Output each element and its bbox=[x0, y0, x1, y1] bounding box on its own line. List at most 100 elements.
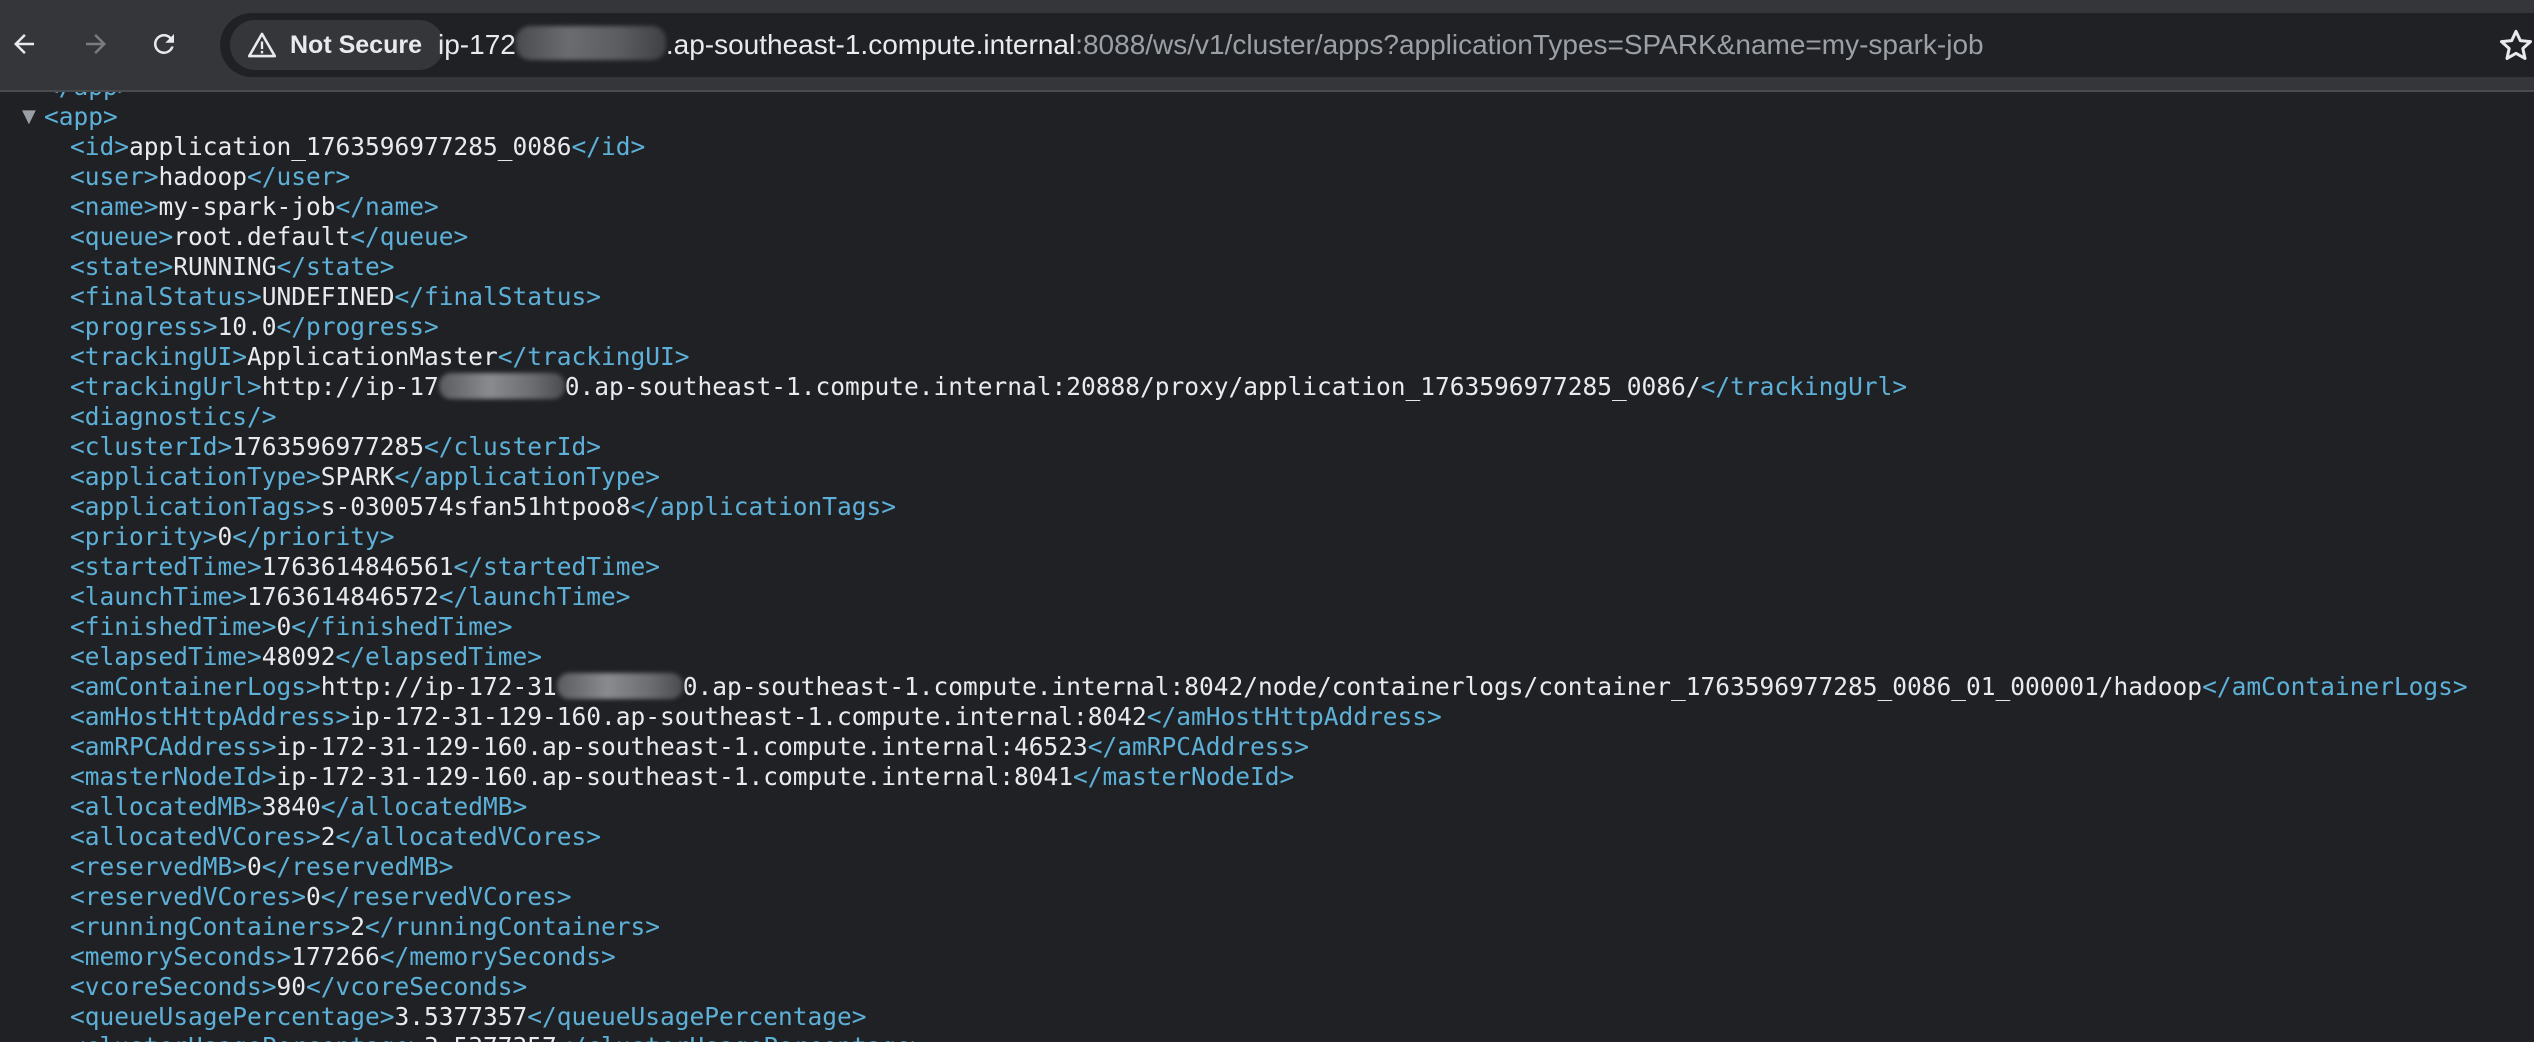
xml-element-startedTime: <startedTime>1763614846561</startedTime> bbox=[70, 552, 660, 582]
xml-open-tag: <name> bbox=[70, 192, 159, 221]
xml-value: http://ip-172-31 bbox=[320, 672, 557, 701]
xml-close-tag: </name> bbox=[335, 192, 439, 221]
xml-open-tag: <launchTime> bbox=[70, 582, 248, 611]
address-bar[interactable]: Not Secure ip-172 .ap-southeast-1.compute… bbox=[220, 13, 2534, 77]
xml-value: 48092 bbox=[261, 642, 336, 671]
xml-element-applicationType: <applicationType>SPARK</applicationType> bbox=[70, 462, 660, 492]
app-open-tag: <app> bbox=[44, 102, 118, 132]
xml-open-tag: <trackingUrl> bbox=[70, 372, 262, 401]
xml-close-tag: </launchTime> bbox=[438, 582, 631, 611]
xml-element-amHostHttpAddress: <amHostHttpAddress>ip-172-31-129-160.ap-… bbox=[70, 702, 1442, 732]
xml-close-tag: </amHostHttpAddress> bbox=[1146, 702, 1442, 731]
xml-open-tag: <applicationTags> bbox=[70, 492, 321, 521]
xml-value: ip-172-31-129-160.ap-southeast-1.compute… bbox=[350, 702, 1147, 731]
xml-open-tag: <queue> bbox=[70, 222, 174, 251]
redacted-blur bbox=[515, 26, 666, 60]
xml-element-amRPCAddress: <amRPCAddress>ip-172-31-129-160.ap-south… bbox=[70, 732, 1309, 762]
xml-close-tag: </allocatedVCores> bbox=[335, 822, 602, 851]
xml-open-tag: <applicationType> bbox=[70, 462, 321, 491]
xml-value: 2 bbox=[350, 912, 366, 941]
xml-close-tag: </startedTime> bbox=[453, 552, 661, 581]
xml-close-tag: </masterNodeId> bbox=[1073, 762, 1295, 791]
xml-close-tag: </amRPCAddress> bbox=[1087, 732, 1310, 761]
xml-close-tag: </reservedMB> bbox=[261, 852, 454, 881]
xml-value: 0.ap-southeast-1.compute.internal:20888/… bbox=[564, 372, 1701, 401]
xml-close-tag: </runningContainers> bbox=[365, 912, 661, 941]
xml-close-tag: </reservedVCores> bbox=[320, 882, 572, 911]
xml-value: s-0300574sfan51htpoo8 bbox=[320, 492, 631, 521]
xml-open-tag: <runningContainers> bbox=[70, 912, 351, 941]
xml-element-applicationTags: <applicationTags>s-0300574sfan51htpoo8</… bbox=[70, 492, 896, 522]
xml-close-tag: </state> bbox=[276, 252, 395, 281]
xml-value: 1763614846572 bbox=[247, 582, 439, 611]
xml-element-elapsedTime: <elapsedTime>48092</elapsedTime> bbox=[70, 642, 542, 672]
xml-value: 1763596977285 bbox=[232, 432, 425, 461]
xml-open-tag: <progress> bbox=[70, 312, 218, 341]
xml-value: 0 bbox=[306, 882, 321, 911]
bookmark-button[interactable] bbox=[2496, 26, 2534, 66]
redacted-blur bbox=[438, 373, 565, 399]
xml-open-tag: <elapsedTime> bbox=[70, 642, 262, 671]
xml-element-finalStatus: <finalStatus>UNDEFINED</finalStatus> bbox=[70, 282, 601, 312]
xml-close-tag: </trackingUI> bbox=[497, 342, 690, 371]
xml-element-clusterId: <clusterId>1763596977285</clusterId> bbox=[70, 432, 601, 462]
xml-open-tag: <reservedMB> bbox=[70, 852, 248, 881]
xml-open-tag: <priority> bbox=[70, 522, 218, 551]
url-text[interactable]: ip-172 .ap-southeast-1.compute.internal:8… bbox=[438, 26, 1984, 64]
xml-element-masterNodeId: <masterNodeId>ip-172-31-129-160.ap-south… bbox=[70, 762, 1294, 792]
xml-close-tag: </queueUsagePercentage> bbox=[527, 1002, 867, 1031]
security-indicator[interactable]: Not Secure bbox=[230, 20, 444, 70]
xml-element-trackingUrl: <trackingUrl>http://ip-17 0.ap-southeast-… bbox=[70, 372, 1907, 402]
xml-value: application_1763596977285_0086 bbox=[129, 132, 572, 161]
xml-close-tag: </queue> bbox=[350, 222, 469, 251]
xml-close-tag: </priority> bbox=[232, 522, 395, 551]
xml-element-priority: <priority>0</priority> bbox=[70, 522, 395, 552]
xml-open-tag: <allocatedVCores> bbox=[70, 822, 321, 851]
collapse-triangle-icon[interactable]: ▼ bbox=[22, 102, 36, 132]
security-label: Not Secure bbox=[290, 30, 422, 59]
xml-element-memorySeconds: <memorySeconds>177266</memorySeconds> bbox=[70, 942, 616, 972]
xml-open-tag: <reservedVCores> bbox=[70, 882, 307, 911]
xml-element-progress: <progress>10.0</progress> bbox=[70, 312, 439, 342]
xml-element-allocatedMB: <allocatedMB>3840</allocatedMB> bbox=[70, 792, 527, 822]
xml-element-queueUsagePercentage: <queueUsagePercentage>3.5377357</queueUs… bbox=[70, 1002, 867, 1032]
reload-button[interactable] bbox=[140, 20, 188, 68]
url-host-prefix: ip-172 bbox=[438, 29, 516, 60]
back-button[interactable] bbox=[0, 20, 48, 68]
xml-close-tag: </memorySeconds> bbox=[379, 942, 616, 971]
xml-value: ip-172-31-129-160.ap-southeast-1.compute… bbox=[276, 732, 1088, 761]
xml-close-tag: </vcoreSeconds> bbox=[306, 972, 528, 1001]
xml-open-tag: <state> bbox=[70, 252, 174, 281]
xml-element-user: <user>hadoop</user> bbox=[70, 162, 350, 192]
xml-close-tag: </amContainerLogs> bbox=[2202, 672, 2468, 701]
xml-open-tag: <memorySeconds> bbox=[70, 942, 292, 971]
browser-toolbar: Not Secure ip-172 .ap-southeast-1.compute… bbox=[0, 0, 2534, 92]
xml-element-launchTime: <launchTime>1763614846572</launchTime> bbox=[70, 582, 631, 612]
xml-value: 3.5377357 bbox=[424, 1032, 557, 1042]
xml-element-queue: <queue>root.default</queue> bbox=[70, 222, 468, 252]
xml-open-tag: <amRPCAddress> bbox=[70, 732, 277, 761]
xml-open-tag: <vcoreSeconds> bbox=[70, 972, 277, 1001]
xml-close-tag: </progress> bbox=[276, 312, 439, 341]
xml-close-tag: </allocatedMB> bbox=[320, 792, 528, 821]
xml-element-allocatedVCores: <allocatedVCores>2</allocatedVCores> bbox=[70, 822, 601, 852]
forward-button[interactable] bbox=[72, 20, 120, 68]
xml-open-tag: <masterNodeId> bbox=[70, 762, 277, 791]
xml-value: 10.0 bbox=[217, 312, 277, 341]
xml-value: root.default bbox=[173, 222, 351, 251]
xml-open-tag: <finalStatus> bbox=[70, 282, 262, 311]
reload-icon bbox=[153, 33, 174, 54]
xml-close-tag: </user> bbox=[247, 162, 351, 191]
xml-value: SPARK bbox=[320, 462, 395, 491]
xml-element-name: <name>my-spark-job</name> bbox=[70, 192, 439, 222]
arrow-right-icon bbox=[86, 34, 106, 54]
xml-element-id: <id>application_1763596977285_0086</id> bbox=[70, 132, 645, 162]
xml-tag: </app> bbox=[44, 92, 133, 101]
xml-value: 0 bbox=[217, 522, 233, 551]
xml-open-tag: <startedTime> bbox=[70, 552, 262, 581]
xml-tag: <app> bbox=[44, 102, 118, 131]
xml-close-tag: </applicationType> bbox=[394, 462, 661, 491]
xml-value: 0 bbox=[247, 852, 262, 881]
xml-open-tag: <user> bbox=[70, 162, 159, 191]
xml-close-tag: </clusterUsagePercentage> bbox=[557, 1032, 926, 1042]
